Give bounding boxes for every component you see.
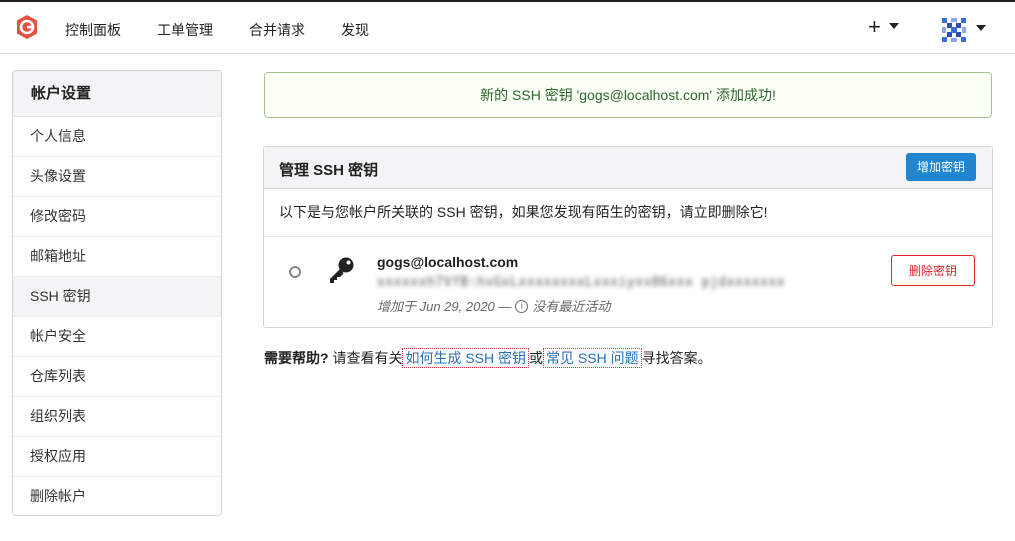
user-menu[interactable] <box>940 16 986 44</box>
sidebar-item-password[interactable]: 修改密码 <box>13 197 221 237</box>
sidebar-item-organizations[interactable]: 组织列表 <box>13 397 221 437</box>
info-icon: i <box>515 300 529 314</box>
key-icon <box>330 257 354 283</box>
plus-icon: + <box>868 14 881 39</box>
help-or: 或 <box>529 350 544 366</box>
key-fingerprint: xxxxxxh7VfB:hxGxLxxxxxxxxLxxxiyxv86xxx p… <box>377 275 786 290</box>
panel-title: 管理 SSH 密钥 <box>279 162 379 179</box>
chevron-down-icon <box>888 23 899 30</box>
success-flash-message: 新的 SSH 密钥 'gogs@localhost.com' 添加成功! <box>264 72 992 118</box>
sidebar-item-security[interactable]: 帐户安全 <box>13 317 221 357</box>
nav-explore[interactable]: 发现 <box>341 20 369 40</box>
link-generate-ssh-key[interactable]: 如何生成 SSH 密钥 <box>402 348 530 368</box>
link-common-ssh-issues[interactable]: 常见 SSH 问题 <box>543 348 642 368</box>
sidebar-item-repositories[interactable]: 仓库列表 <box>13 357 221 397</box>
settings-sidebar: 帐户设置 个人信息 头像设置 修改密码 邮箱地址 SSH 密钥 帐户安全 仓库列… <box>12 70 222 516</box>
sidebar-item-profile[interactable]: 个人信息 <box>13 117 221 157</box>
key-added-date: 增加于 Jun 29, 2020 — <box>377 299 512 314</box>
ssh-key-item: gogs@localhost.com xxxxxxh7VfB:hxGxLxxxx… <box>264 237 992 327</box>
panel-header: 管理 SSH 密钥 增加密钥 <box>264 147 992 189</box>
key-last-activity: 没有最近活动 <box>532 299 611 314</box>
avatar <box>940 16 968 44</box>
help-text: 需要帮助? 请查看有关 如何生成 SSH 密钥或常见 SSH 问题 寻找答案。 <box>264 348 712 368</box>
nav-pull-requests[interactable]: 合并请求 <box>249 20 305 40</box>
panel-description: 以下是与您帐户所关联的 SSH 密钥，如果您发现有陌生的密钥，请立即删除它! <box>264 189 992 237</box>
key-name: gogs@localhost.com <box>377 254 519 270</box>
ssh-keys-panel: 管理 SSH 密钥 增加密钥 以下是与您帐户所关联的 SSH 密钥，如果您发现有… <box>263 146 993 328</box>
chevron-down-icon <box>976 25 986 31</box>
top-navbar: 控制面板 工单管理 合并请求 发现 + <box>0 0 1015 54</box>
help-suffix: 寻找答案。 <box>641 350 712 366</box>
sidebar-header: 帐户设置 <box>13 71 221 117</box>
delete-key-button[interactable]: 删除密钥 <box>891 255 975 286</box>
sidebar-item-applications[interactable]: 授权应用 <box>13 437 221 477</box>
help-prefix: 需要帮助? <box>264 350 329 366</box>
nav-issues[interactable]: 工单管理 <box>157 20 213 40</box>
create-new-menu[interactable]: + <box>868 14 899 40</box>
nav-dashboard[interactable]: 控制面板 <box>65 20 121 40</box>
key-meta: 增加于 Jun 29, 2020 — i 没有最近活动 <box>377 296 610 315</box>
sidebar-item-ssh-keys[interactable]: SSH 密钥 <box>13 277 221 317</box>
add-key-button[interactable]: 增加密钥 <box>905 153 976 181</box>
sidebar-item-email[interactable]: 邮箱地址 <box>13 237 221 277</box>
sidebar-item-avatar[interactable]: 头像设置 <box>13 157 221 197</box>
sidebar-item-delete-account[interactable]: 删除帐户 <box>13 477 221 515</box>
help-text-1: 请查看有关 <box>332 350 403 366</box>
gogs-logo-icon[interactable] <box>14 14 40 40</box>
key-status-icon <box>289 266 301 278</box>
